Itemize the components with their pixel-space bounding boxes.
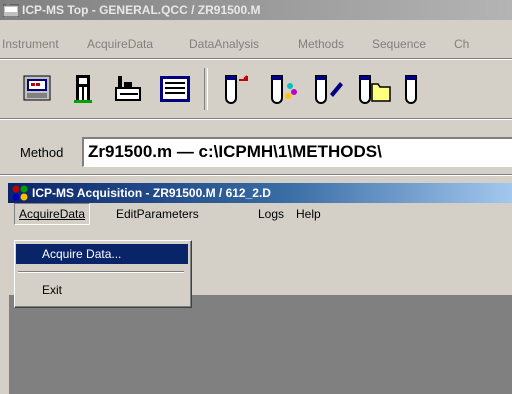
- inner-window-title: ICP-MS Acquisition - ZR91500.M / 612_2.D: [32, 186, 271, 200]
- inner-title-bar[interactable]: ICP-MS Acquisition - ZR91500.M / 612_2.D: [8, 183, 512, 203]
- outer-title-bar[interactable]: ICP-MS Top - GENERAL.QCC / ZR91500.M: [0, 0, 512, 20]
- menu-acquiredata-label: AcquireData: [19, 207, 86, 221]
- menu-methods[interactable]: Methods: [298, 34, 344, 54]
- outer-menu-bar: Instrument AcquireData DataAnalysis Meth…: [0, 34, 512, 54]
- acquisition-app-icon: [12, 185, 28, 201]
- menu-instrument[interactable]: Instrument: [2, 34, 59, 54]
- menu-item-acquire-data-label: Acquire Data...: [42, 247, 122, 261]
- toolbar-separator: [204, 68, 208, 110]
- tune-icon[interactable]: [110, 70, 148, 108]
- keyboard-icon[interactable]: [18, 70, 56, 108]
- vial-arrow-icon[interactable]: [216, 70, 254, 108]
- outer-window-title: ICP-MS Top - GENERAL.QCC / ZR91500.M: [22, 3, 261, 17]
- menu-acquiredata-open[interactable]: AcquireData: [14, 203, 91, 225]
- menu-help[interactable]: Help: [292, 203, 325, 225]
- instrument-icon[interactable]: [64, 70, 102, 108]
- toolbar-separator-top: [0, 58, 512, 60]
- menu-dataanalysis[interactable]: DataAnalysis: [189, 34, 259, 54]
- menu-editparameters[interactable]: EditParameters: [112, 203, 203, 225]
- app-icon: [3, 3, 19, 17]
- vial-pencil-icon[interactable]: [308, 70, 346, 108]
- toolbar-separator-bottom: [0, 118, 512, 120]
- menu-item-acquire-data[interactable]: Acquire Data...: [16, 244, 188, 264]
- method-field[interactable]: Zr91500.m — c:\ICPMH\1\METHODS\: [82, 137, 512, 167]
- method-separator: [0, 174, 512, 176]
- method-label: Method: [20, 145, 64, 160]
- inner-menu-bar: AcquireData EditParameters Logs Help: [8, 203, 512, 225]
- calibration-screen-icon[interactable]: [156, 70, 194, 108]
- menu-separator: [18, 271, 184, 273]
- vial-sparkle-icon[interactable]: [264, 70, 302, 108]
- menu-logs[interactable]: Logs: [254, 203, 288, 225]
- menu-item-exit-label: Exit: [42, 283, 63, 297]
- menu-item-exit[interactable]: Exit: [16, 280, 188, 300]
- menu-sequence[interactable]: Sequence: [372, 34, 426, 54]
- toolbar: [0, 62, 512, 114]
- vial-folder-icon[interactable]: [354, 70, 392, 108]
- menu-more[interactable]: Ch: [454, 34, 469, 54]
- vial-icon[interactable]: [400, 70, 438, 108]
- menu-acquiredata[interactable]: AcquireData: [87, 34, 153, 54]
